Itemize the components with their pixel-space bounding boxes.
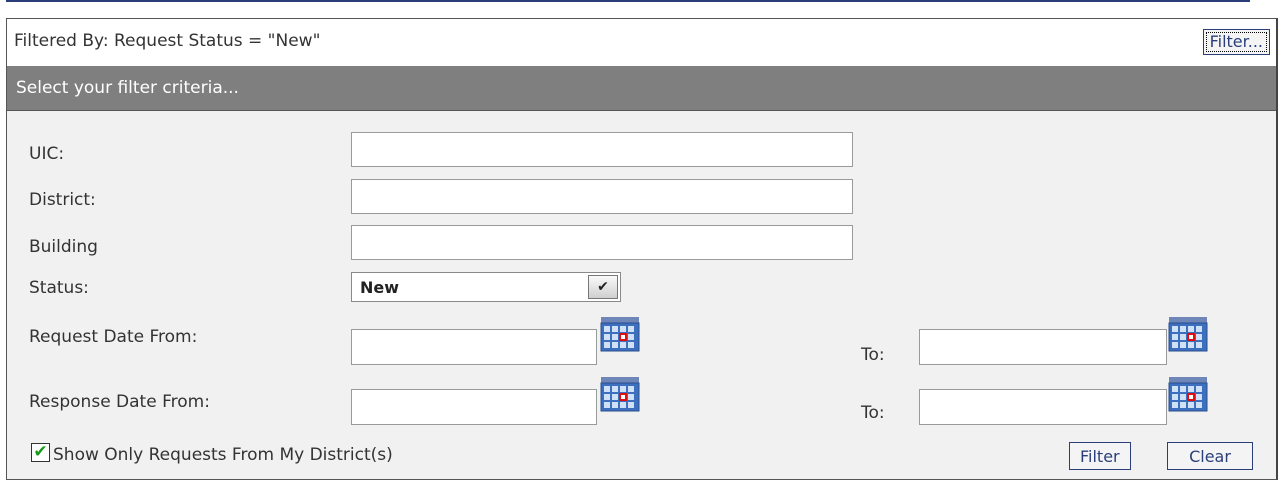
- filter-summary-bar: Filtered By: Request Status = "New" Filt…: [7, 19, 1276, 66]
- filter-button[interactable]: Filter: [1069, 442, 1131, 470]
- response-date-to-input[interactable]: [919, 389, 1167, 425]
- building-label: Building: [29, 237, 98, 257]
- calendar-icon[interactable]: [1165, 315, 1209, 353]
- calendar-icon[interactable]: [597, 375, 641, 413]
- clear-button[interactable]: Clear: [1167, 442, 1253, 470]
- criteria-header: Select your filter criteria...: [7, 66, 1276, 111]
- show-only-my-district-label: Show Only Requests From My District(s): [53, 445, 393, 465]
- status-select[interactable]: New ✔: [351, 272, 621, 302]
- status-label: Status:: [29, 278, 89, 298]
- uic-label: UIC:: [29, 144, 65, 164]
- calendar-icon[interactable]: [597, 315, 641, 353]
- uic-input[interactable]: [351, 132, 853, 167]
- request-date-from-input[interactable]: [351, 329, 597, 365]
- request-date-from-label: Request Date From:: [29, 327, 198, 347]
- building-input[interactable]: [351, 225, 853, 260]
- request-date-to-label: To:: [861, 345, 885, 365]
- district-input[interactable]: [351, 179, 853, 214]
- response-date-to-label: To:: [861, 403, 885, 423]
- chevron-down-icon[interactable]: ✔: [588, 275, 618, 299]
- open-filter-button[interactable]: Filter...: [1202, 29, 1270, 55]
- checkmark-icon: ✔: [33, 442, 48, 462]
- filtered-by-text: Filtered By: Request Status = "New": [14, 31, 321, 51]
- request-date-to-input[interactable]: [919, 329, 1167, 365]
- calendar-icon[interactable]: [1165, 375, 1209, 413]
- filter-panel: Filtered By: Request Status = "New" Filt…: [6, 18, 1278, 480]
- district-label: District:: [29, 190, 96, 210]
- status-selected-value: New: [360, 278, 400, 297]
- top-border-line: [6, 0, 1250, 2]
- show-only-my-district-checkbox[interactable]: ✔: [31, 443, 50, 462]
- response-date-from-input[interactable]: [351, 389, 597, 425]
- response-date-from-label: Response Date From:: [29, 392, 210, 412]
